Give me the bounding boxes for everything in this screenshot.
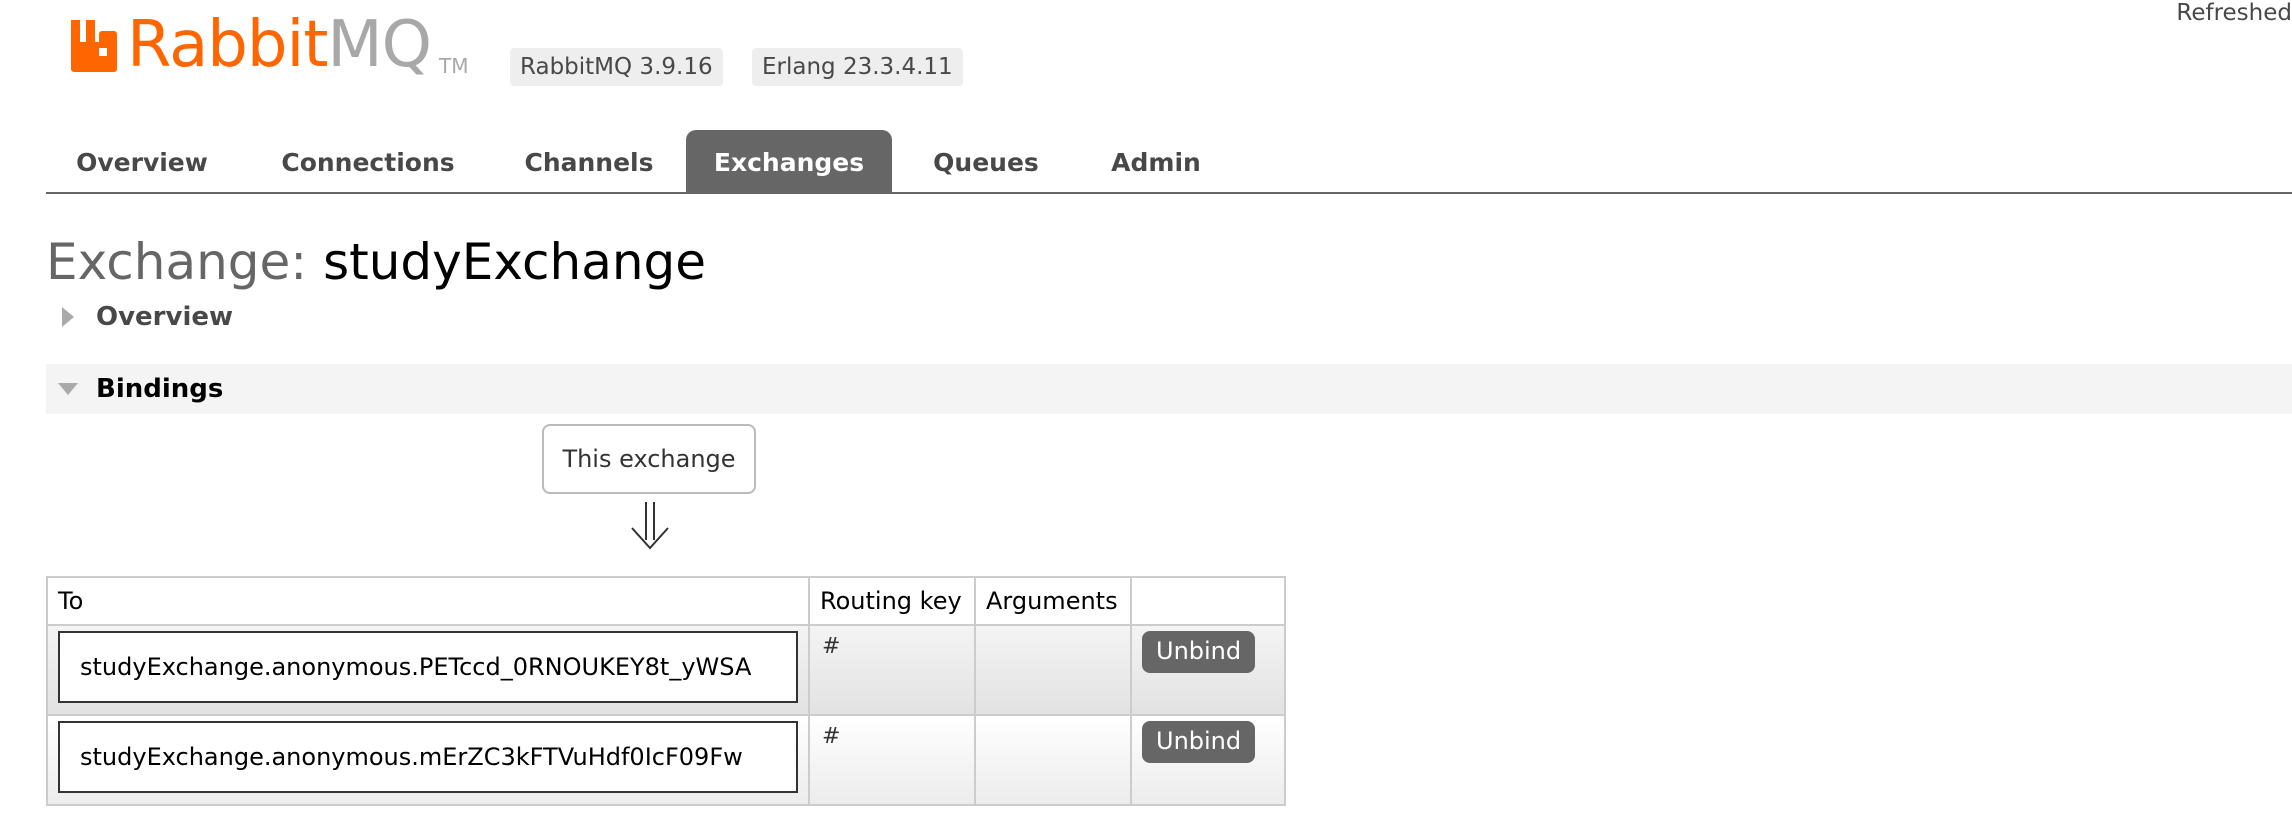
table-row: studyExchange.anonymous.PETccd_0RNOUKEY8…: [46, 624, 1286, 716]
binding-routing-key: #: [808, 624, 976, 716]
tab-admin[interactable]: Admin: [1106, 130, 1206, 192]
logo-trademark: TM: [439, 54, 469, 78]
binding-action-cell: Unbind: [1130, 714, 1286, 806]
this-exchange-box: This exchange: [542, 424, 756, 494]
binding-arguments: [974, 624, 1132, 716]
column-header-routing-key: Routing key: [808, 576, 976, 626]
binding-routing-key: #: [808, 714, 976, 806]
page-title: Exchange: studyExchange: [46, 232, 706, 292]
erlang-version-badge: Erlang 23.3.4.11: [752, 48, 963, 86]
rabbitmq-version-badge: RabbitMQ 3.9.16: [510, 48, 723, 86]
binding-destination-queue-link[interactable]: studyExchange.anonymous.mErZC3kFTVuHdf0I…: [58, 721, 798, 793]
column-header-to: To: [46, 576, 810, 626]
bindings-table: To Routing key Arguments studyExchange.a…: [46, 576, 1286, 806]
section-bindings-label: Bindings: [96, 374, 224, 404]
triangle-down-icon: [58, 383, 78, 395]
rabbitmq-logo-icon: [71, 20, 117, 72]
binding-action-cell: Unbind: [1130, 624, 1286, 716]
binding-destination-cell: studyExchange.anonymous.PETccd_0RNOUKEY8…: [46, 624, 810, 716]
refreshed-label: Refreshed: [2176, 0, 2292, 26]
tab-connections[interactable]: Connections: [278, 130, 458, 192]
tab-exchanges[interactable]: Exchanges: [686, 130, 892, 192]
unbind-button[interactable]: Unbind: [1142, 631, 1256, 673]
logo-text: RabbitMQ: [127, 8, 432, 82]
column-header-action: [1130, 576, 1286, 626]
bindings-table-header-row: To Routing key Arguments: [46, 576, 1286, 626]
section-overview-label: Overview: [96, 302, 234, 332]
logo-text-mq: MQ: [327, 8, 432, 82]
logo-text-rabbit: Rabbit: [127, 8, 328, 82]
column-header-arguments: Arguments: [974, 576, 1132, 626]
section-overview-toggle[interactable]: Overview: [46, 292, 2292, 342]
unbind-button[interactable]: Unbind: [1142, 721, 1256, 763]
double-down-arrow-icon: [631, 502, 669, 550]
binding-destination-cell: studyExchange.anonymous.mErZC3kFTVuHdf0I…: [46, 714, 810, 806]
page-title-prefix: Exchange:: [46, 233, 308, 291]
exchange-name: studyExchange: [323, 233, 707, 291]
binding-arguments: [974, 714, 1132, 806]
table-row: studyExchange.anonymous.mErZC3kFTVuHdf0I…: [46, 714, 1286, 806]
triangle-right-icon: [62, 307, 74, 327]
tab-queues[interactable]: Queues: [926, 130, 1046, 192]
section-bindings-toggle[interactable]: Bindings: [46, 364, 2292, 414]
main-nav-tabs: Overview Connections Channels Exchanges …: [46, 130, 2292, 194]
tab-overview[interactable]: Overview: [76, 130, 208, 192]
tab-channels[interactable]: Channels: [519, 130, 659, 192]
rabbitmq-logo[interactable]: RabbitMQ TM: [69, 10, 468, 80]
binding-destination-queue-link[interactable]: studyExchange.anonymous.PETccd_0RNOUKEY8…: [58, 631, 798, 703]
